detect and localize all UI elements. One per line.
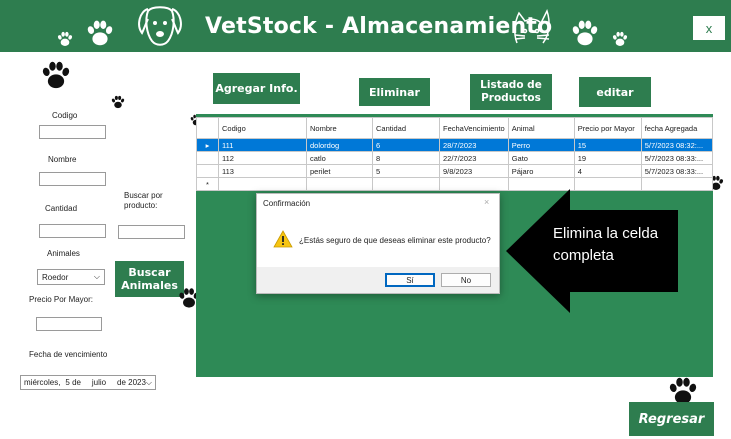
eliminar-button[interactable]: Eliminar [359,78,430,106]
animal-select[interactable]: Roedor ⌵ [37,269,105,285]
no-button[interactable]: No [441,273,491,287]
row-header[interactable] [196,151,219,165]
table-cell[interactable]: 8 [372,151,440,165]
table-row[interactable]: ▸ 111 dolordog 6 28/7/2023 Perro 15 5/7/… [196,138,714,152]
buscar-label: Buscar por producto: [124,191,163,210]
table-row[interactable]: 112 catlo 8 22/7/2023 Gato 19 5/7/2023 0… [196,151,714,165]
table-cell[interactable]: 9/8/2023 [439,164,509,178]
yes-button[interactable]: Sí [385,273,435,287]
row-header-corner [196,117,219,139]
close-button[interactable]: x [693,16,725,40]
fecha-label: Fecha de vencimiento [29,350,108,359]
table-cell[interactable]: 15 [573,138,642,152]
codigo-input[interactable] [39,125,106,139]
dialog-message: ¿Estás seguro de que deseas eliminar est… [299,236,491,245]
table-cell[interactable]: catlo [306,151,373,165]
regresar-button[interactable]: Regresar [629,402,714,436]
paw-icon [612,31,628,46]
column-header[interactable]: fecha Agregada [640,117,714,139]
column-header[interactable]: Codigo [218,117,307,139]
row-header[interactable]: ▸ [196,138,219,152]
table-cell[interactable]: 112 [218,151,307,165]
table-cell[interactable]: 22/7/2023 [439,151,509,165]
products-grid[interactable]: Codigo Nombre Cantidad FechaVencimiento … [196,117,714,191]
paw-icon [86,20,114,46]
table-cell[interactable]: 111 [218,138,307,152]
cantidad-input[interactable] [39,224,106,238]
table-cell[interactable] [218,177,307,191]
table-cell[interactable]: Gato [507,151,575,165]
table-cell[interactable]: Perro [507,138,575,152]
table-cell[interactable]: 5/7/2023 08:32:... [640,138,714,152]
table-row[interactable]: 113 perilet 5 9/8/2023 Pájaro 4 5/7/2023… [196,164,714,178]
callout-line-1: Elimina la celda [553,225,659,242]
codigo-label: Codigo [52,111,78,120]
cantidad-label: Cantidad [45,204,78,213]
table-cell[interactable]: 19 [573,151,642,165]
table-cell[interactable]: 28/7/2023 [439,138,509,152]
table-cell[interactable] [439,177,509,191]
confirmation-dialog: Confirmación × ¿Estás seguro de que dese… [256,193,500,294]
cat-face-icon [514,9,550,44]
paw-icon [41,61,71,89]
dialog-close-icon[interactable]: × [484,197,489,207]
date-picker[interactable]: miércoles, 5 de julio de 2023 ⌵ [20,375,156,390]
date-month: julio [91,378,107,387]
listado-button[interactable]: Listado de Productos [470,74,552,110]
callout-text: Elimina la celda completa [553,223,658,267]
warning-icon [273,230,293,248]
table-cell[interactable] [306,177,373,191]
table-cell[interactable]: 6 [372,138,440,152]
date-year: de 2023 [117,378,146,387]
table-cell[interactable]: 4 [573,164,642,178]
chevron-down-icon: ⌵ [93,272,100,281]
column-header[interactable]: Animal [507,117,575,139]
nombre-label: Nombre [48,155,77,164]
paw-icon [57,31,73,46]
table-cell[interactable]: perilet [306,164,373,178]
editar-button[interactable]: editar [579,77,651,107]
table-cell[interactable]: 5/7/2023 08:33:... [640,151,714,165]
row-header[interactable]: * [196,177,219,191]
column-header[interactable]: Nombre [306,117,373,139]
callout-line-2: completa [553,247,614,264]
date-day: miércoles, [24,378,61,387]
column-header[interactable]: FechaVencimiento [439,117,509,139]
buscar-animales-button[interactable]: Buscar Animales [115,261,184,297]
paw-icon [111,95,125,109]
precio-input[interactable] [36,317,102,331]
table-cell[interactable]: dolordog [306,138,373,152]
agregar-button[interactable]: Agregar Info. [213,73,300,104]
table-cell[interactable]: 5 [372,164,440,178]
column-header[interactable]: Precio por Mayor [573,117,642,139]
row-header[interactable] [196,164,219,178]
dog-face-icon [138,6,182,46]
buscar-input[interactable] [118,225,185,239]
table-cell[interactable]: 113 [218,164,307,178]
animales-label: Animales [47,249,80,258]
table-cell[interactable]: 5/7/2023 08:33:... [640,164,714,178]
app-title: VetStock - Almacenamiento [205,14,553,39]
nombre-input[interactable] [39,172,106,186]
table-cell[interactable] [372,177,440,191]
date-num: 5 de [65,378,81,387]
paw-icon [571,20,599,46]
animal-select-value: Roedor [42,272,69,282]
precio-label: Precio Por Mayor: [29,295,94,304]
chevron-down-icon: ⌵ [145,377,152,387]
table-cell[interactable]: Pájaro [507,164,575,178]
dialog-title: Confirmación [263,199,311,208]
column-header[interactable]: Cantidad [372,117,440,139]
dialog-footer: Sí No [257,267,499,293]
